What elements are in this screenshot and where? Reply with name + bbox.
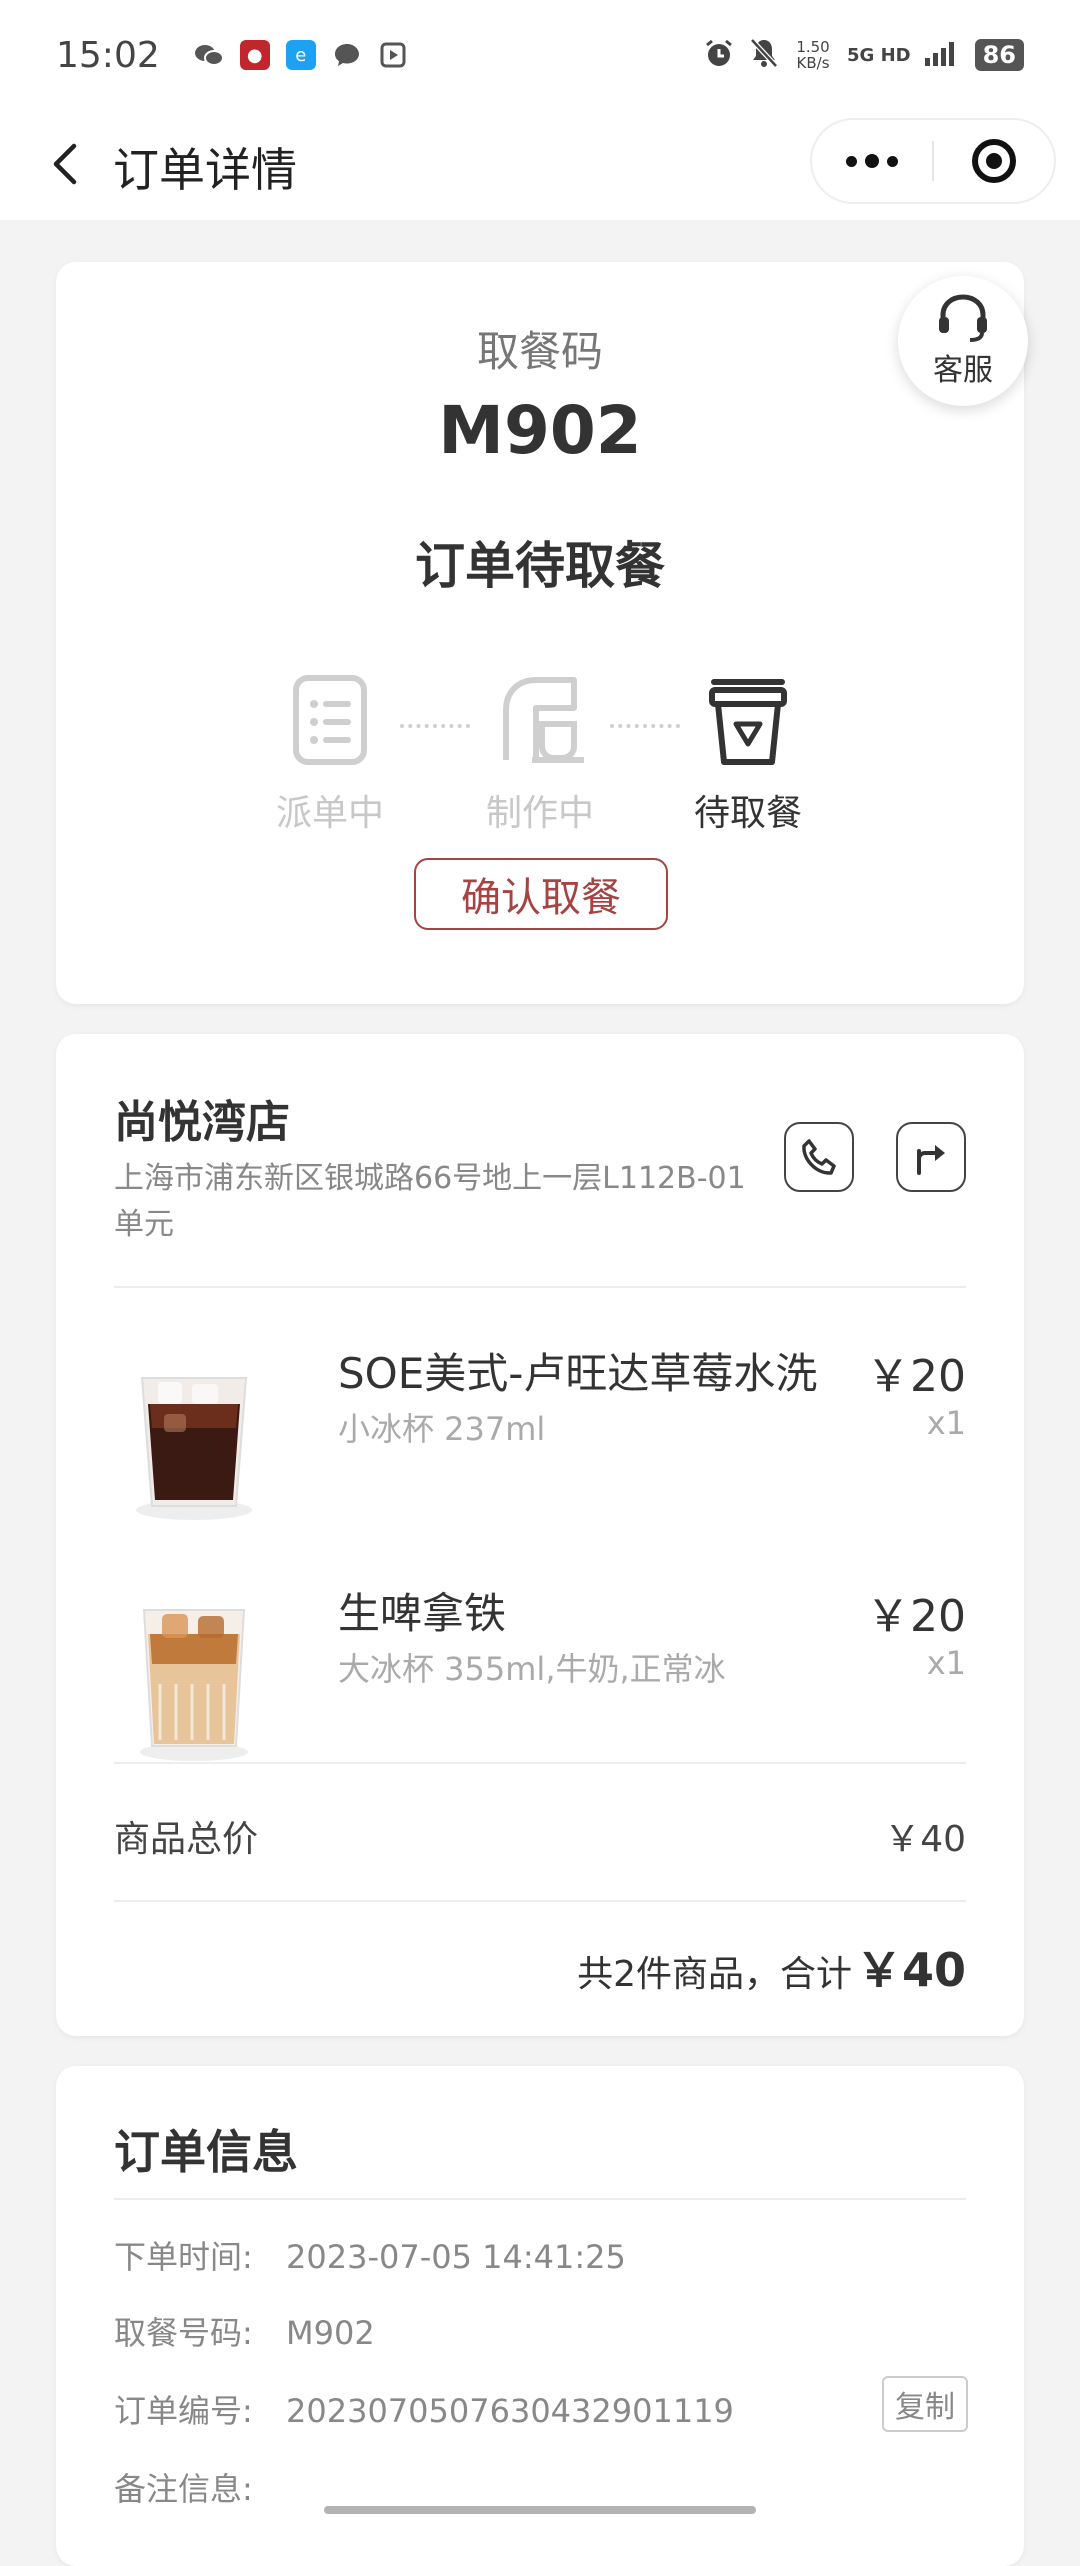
- info-value: 2023070507630432901119: [286, 2392, 734, 2430]
- pickup-number-row: 取餐号码: M902: [114, 2308, 375, 2354]
- battery-indicator: 86: [974, 39, 1024, 71]
- signal-icon: [924, 40, 961, 71]
- total-prefix: 共2件商品，合计: [577, 1954, 852, 1995]
- phone-icon: [802, 1139, 836, 1175]
- play-icon: [377, 40, 408, 70]
- product-price: ￥20: [866, 1591, 966, 1642]
- order-status: 订单待取餐: [415, 537, 665, 595]
- product-name: SOE美式-卢旺达草莓水洗: [338, 1349, 818, 1398]
- store-address: 上海市浦东新区银城路66号地上一层L112B-01单元: [114, 1161, 746, 1242]
- product-name: 生啤拿铁: [338, 1589, 507, 1638]
- miniprogram-capsule: [810, 118, 1056, 204]
- more-dot-icon: [887, 155, 898, 167]
- status-time: 15:02: [56, 34, 160, 76]
- cup-icon: [700, 672, 796, 768]
- info-key: 备注信息:: [114, 2470, 253, 2508]
- more-dot-icon: [865, 154, 879, 168]
- navigation-bar: 订单详情: [0, 110, 1080, 220]
- app-icon-red: ●: [239, 40, 270, 70]
- home-indicator[interactable]: [324, 2506, 756, 2514]
- pickup-code: M902: [438, 392, 642, 469]
- product-spec: 小冰杯 237ml: [338, 1410, 546, 1448]
- network-speed: 1.50 KB/s: [796, 38, 830, 72]
- subtotal-label: 商品总价: [114, 1819, 259, 1860]
- customer-service-label: 客服: [933, 353, 993, 388]
- step-label: 派单中: [275, 793, 384, 834]
- order-item: 生啤拿铁 大冰杯 355ml,牛奶,正常冰 ￥20 x1: [56, 1574, 1024, 1774]
- order-info-card: 订单信息 下单时间: 2023-07-05 14:41:25 取餐号码: M902 …: [56, 2066, 1024, 2566]
- pickup-code-label: 取餐码: [476, 327, 603, 376]
- info-value: M902: [286, 2314, 375, 2352]
- remarks-row: 备注信息:: [114, 2464, 286, 2510]
- step-making: 制作中: [440, 672, 640, 836]
- wechat-icon: [193, 40, 224, 70]
- order-info-title: 订单信息: [114, 2125, 298, 2179]
- product-quantity: x1: [926, 1404, 966, 1442]
- headset-icon: [939, 294, 987, 342]
- divider: [114, 2198, 966, 2200]
- list-icon: [282, 672, 378, 768]
- divider: [114, 1900, 966, 1902]
- store-order-card: 尚悦湾店 上海市浦东新区银城路66号地上一层L112B-01单元 SOE美式-卢…: [56, 1034, 1024, 2036]
- info-key: 订单编号:: [114, 2392, 253, 2430]
- subtotal-value: ￥40: [884, 1819, 966, 1860]
- store-name: 尚悦湾店: [114, 1097, 290, 1148]
- divider: [114, 1286, 966, 1288]
- app-icon-blue: e: [285, 40, 316, 70]
- confirm-pickup-button[interactable]: 确认取餐: [414, 858, 668, 930]
- product-spec: 大冰杯 355ml,牛奶,正常冰: [338, 1650, 726, 1688]
- more-dot-icon: [846, 155, 857, 167]
- product-image: [114, 1574, 274, 1774]
- target-icon: [971, 139, 1016, 183]
- divider: [114, 1762, 966, 1764]
- product-image: [114, 1334, 274, 1534]
- more-button[interactable]: [812, 118, 932, 204]
- pickup-card: 取餐码 M902 订单待取餐 派单中 制作中 待取餐 确认取餐: [56, 262, 1024, 1004]
- product-quantity: x1: [926, 1644, 966, 1682]
- call-store-button[interactable]: [784, 1122, 854, 1192]
- info-key: 取餐号码:: [114, 2314, 253, 2352]
- close-miniprogram-button[interactable]: [934, 118, 1054, 204]
- step-label: 制作中: [485, 793, 594, 834]
- alarm-icon: [703, 37, 735, 74]
- page-title: 订单详情: [113, 143, 297, 197]
- navigate-button[interactable]: [896, 1122, 966, 1192]
- info-key: 下单时间:: [114, 2238, 253, 2276]
- product-price: ￥20: [866, 1351, 966, 1402]
- back-button[interactable]: [40, 136, 96, 192]
- customer-service-button[interactable]: 客服: [898, 276, 1028, 406]
- coffee-machine-icon: [492, 672, 588, 768]
- mute-icon: [749, 37, 779, 74]
- info-value: 2023-07-05 14:41:25: [286, 2238, 626, 2276]
- chevron-left-icon: [53, 143, 77, 185]
- status-bar: 15:02 ● e 1.50 KB/s 5G HD 86: [0, 0, 1080, 110]
- step-ready: 待取餐: [648, 672, 848, 836]
- network-type: 5G HD: [847, 44, 911, 66]
- order-item: SOE美式-卢旺达草莓水洗 小冰杯 237ml ￥20 x1: [56, 1334, 1024, 1534]
- copy-order-number-button[interactable]: 复制: [882, 2376, 968, 2432]
- message-icon: [331, 40, 362, 70]
- order-total: 共2件商品，合计 ￥40: [577, 1934, 966, 2000]
- directions-icon: [917, 1145, 945, 1175]
- step-dispatching: 派单中: [230, 672, 430, 836]
- order-number-row: 订单编号: 2023070507630432901119: [114, 2386, 734, 2432]
- total-amount: ￥40: [855, 1943, 966, 1997]
- order-time-row: 下单时间: 2023-07-05 14:41:25: [114, 2232, 626, 2278]
- step-label: 待取餐: [693, 793, 802, 834]
